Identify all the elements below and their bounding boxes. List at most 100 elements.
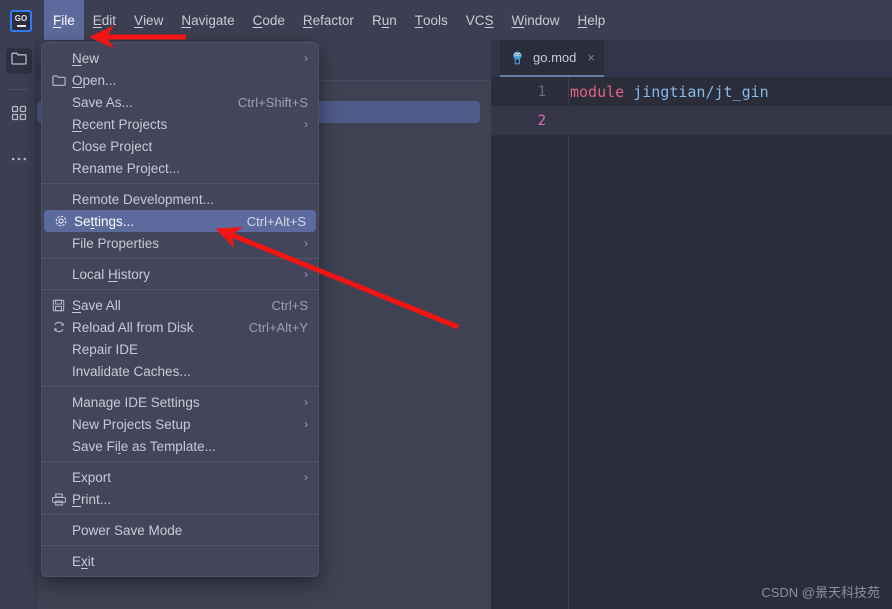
code-content: module jingtian/jt_gin (570, 83, 769, 101)
menu-item-label: Reload All from Disk (72, 319, 194, 335)
menu-bar: File Edit View Navigate Code Refactor Ru n Tools… (44, 0, 614, 40)
menu-bar-item-view[interactable]: View (125, 0, 172, 40)
menu-separator (42, 545, 318, 546)
menu-item-settings[interactable]: Settings... Ctrl+Alt+S (44, 210, 316, 232)
menu-item-close-project[interactable]: Close Project (42, 135, 318, 157)
structure-tool-button[interactable] (6, 102, 32, 128)
menu-item-export[interactable]: Export › (42, 466, 318, 488)
csdn-watermark: CSDN @景天科技苑 (761, 585, 880, 600)
menu-item-label: File Properties (72, 235, 160, 251)
menu-bar-item-tools[interactable]: Tools (406, 0, 457, 40)
menu-item-local-history[interactable]: Local History › (42, 263, 318, 285)
four-squares-icon (11, 105, 27, 126)
chevron-right-icon: › (304, 117, 308, 131)
file-menu-dropdown[interactable]: New › Open... Save As... Ctrl+Shift+S Recent … (41, 42, 319, 577)
chevron-right-icon: › (304, 470, 308, 484)
go-gopher-icon (510, 50, 526, 66)
menu-item-shortcut: Ctrl+Alt+Y (248, 319, 308, 335)
menu-item-new-projects-setup[interactable]: New Projects Setup › (42, 413, 318, 435)
ellipsis-icon (11, 149, 27, 167)
folder-icon (11, 51, 27, 71)
menu-item-manage-ide-settings[interactable]: Manage IDE Settings › (42, 391, 318, 413)
menu-item-label: Save As... (72, 94, 133, 110)
menu-item-recent-projects[interactable]: Recent Projects › (42, 113, 318, 135)
menu-item-power-save-mode[interactable]: Power Save Mode (42, 519, 318, 541)
menu-item-label: Exit (72, 553, 95, 569)
menu-item-label: Settings... (74, 213, 135, 229)
menu-item-label: Open... (72, 72, 117, 88)
menu-item-save-all[interactable]: Save All Ctrl+S (42, 294, 318, 316)
project-tool-button[interactable] (6, 48, 32, 74)
tool-strip-divider (8, 89, 29, 90)
line-number: 1 (537, 83, 546, 100)
menu-item-label: New (72, 50, 100, 66)
menu-bar-item-window[interactable]: Window (503, 0, 569, 40)
gear-icon (54, 214, 74, 228)
menu-bar-item-run[interactable]: Run (363, 0, 406, 40)
menu-separator (42, 289, 318, 290)
menu-item-label: Remote Development... (72, 191, 214, 207)
menu-item-label: Power Save Mode (72, 522, 183, 538)
reload-icon (52, 320, 72, 334)
menu-item-print[interactable]: Print... (42, 488, 318, 510)
code-line: 1 module jingtian/jt_gin (491, 77, 892, 106)
chevron-right-icon: › (304, 417, 308, 431)
menu-bar-item-navigate[interactable]: Navigate (172, 0, 243, 40)
menu-separator (42, 183, 318, 184)
save-icon (52, 299, 72, 312)
title-bar: GO File Edit View Navigate Code Refactor Ru n To… (0, 0, 892, 40)
menu-bar-item-refactor[interactable]: Refactor (294, 0, 363, 40)
more-tool-button[interactable] (6, 145, 32, 171)
menu-item-exit[interactable]: Exit (42, 550, 318, 572)
menu-item-label: Repair IDE (72, 341, 139, 357)
menu-separator (42, 461, 318, 462)
print-icon (52, 493, 72, 506)
logo-underbar (16, 25, 26, 27)
menu-item-file-properties[interactable]: File Properties › (42, 232, 318, 254)
chevron-right-icon: › (304, 236, 308, 250)
code-module-path: jingtian/jt_gin (624, 82, 769, 101)
menu-item-label: Local History (72, 266, 151, 282)
editor-tab-go-mod[interactable]: go.mod × (500, 40, 604, 77)
menu-item-open[interactable]: Open... (42, 69, 318, 91)
editor-code-surface[interactable]: 1 module jingtian/jt_gin 2 (491, 77, 892, 609)
menu-item-label: Manage IDE Settings (72, 394, 200, 410)
menu-item-label: Recent Projects (72, 116, 168, 132)
chevron-right-icon: › (304, 51, 308, 65)
menu-item-save-file-as-template[interactable]: Save File as Template... (42, 435, 318, 457)
goland-window: go.mod × 1 module jingtian/jt_gin 2 GO F… (0, 0, 892, 609)
menu-item-shortcut: Ctrl+Alt+S (246, 213, 306, 229)
menu-item-shortcut: Ctrl+Shift+S (237, 94, 308, 110)
menu-item-label: Save File as Template... (72, 438, 216, 454)
editor-tab-bar: go.mod × (491, 40, 892, 77)
menu-item-rename-project[interactable]: Rename Project... (42, 157, 318, 179)
goland-logo-icon: GO (10, 10, 32, 32)
chevron-right-icon: › (304, 267, 308, 281)
left-tool-strip (0, 40, 37, 609)
menu-item-new[interactable]: New › (42, 47, 318, 69)
menu-item-remote-development[interactable]: Remote Development... (42, 188, 318, 210)
menu-item-reload-all-from-disk[interactable]: Reload All from Disk Ctrl+Alt+Y (42, 316, 318, 338)
code-keyword: module (570, 82, 625, 101)
menu-item-label: Save All (72, 297, 121, 313)
menu-bar-item-edit[interactable]: Edit (84, 0, 125, 40)
menu-separator (42, 258, 318, 259)
editor-area: go.mod × 1 module jingtian/jt_gin 2 (491, 40, 892, 609)
menu-bar-item-file[interactable]: File (44, 0, 84, 40)
menu-item-save-as[interactable]: Save As... Ctrl+Shift+S (42, 91, 318, 113)
menu-item-label: Invalidate Caches... (72, 363, 191, 379)
menu-item-invalidate-caches[interactable]: Invalidate Caches... (42, 360, 318, 382)
menu-item-repair-ide[interactable]: Repair IDE (42, 338, 318, 360)
menu-item-label: Rename Project... (72, 160, 181, 176)
menu-separator (42, 386, 318, 387)
menu-item-label: New Projects Setup (72, 416, 191, 432)
close-icon[interactable]: × (587, 51, 595, 64)
menu-bar-item-help[interactable]: Help (569, 0, 615, 40)
chevron-right-icon: › (304, 395, 308, 409)
line-number: 2 (537, 112, 546, 129)
menu-item-label: Close Project (72, 138, 153, 154)
menu-bar-item-vcs[interactable]: VC S (457, 0, 503, 40)
menu-bar-item-code[interactable]: Code (244, 0, 294, 40)
editor-tab-label: go.mod (533, 50, 577, 65)
menu-item-label: Export (72, 469, 112, 485)
